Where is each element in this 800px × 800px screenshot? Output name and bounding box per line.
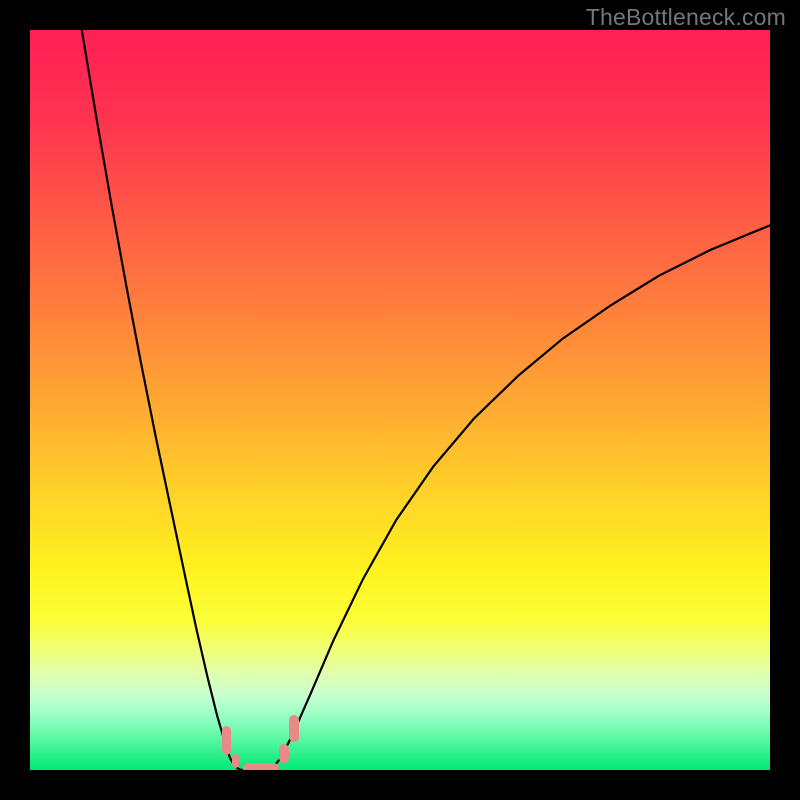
curve-layer bbox=[30, 30, 770, 770]
marker-valley bbox=[243, 763, 279, 770]
curve-left bbox=[82, 30, 241, 770]
marker-left-lower bbox=[232, 754, 239, 767]
chart-frame: TheBottleneck.com bbox=[0, 0, 800, 800]
watermark-text: TheBottleneck.com bbox=[586, 4, 786, 31]
marker-right-upper bbox=[289, 715, 299, 742]
plot-area bbox=[30, 30, 770, 770]
curve-right bbox=[271, 225, 771, 770]
marker-left-upper bbox=[222, 726, 231, 756]
marker-right-lower bbox=[279, 744, 289, 763]
